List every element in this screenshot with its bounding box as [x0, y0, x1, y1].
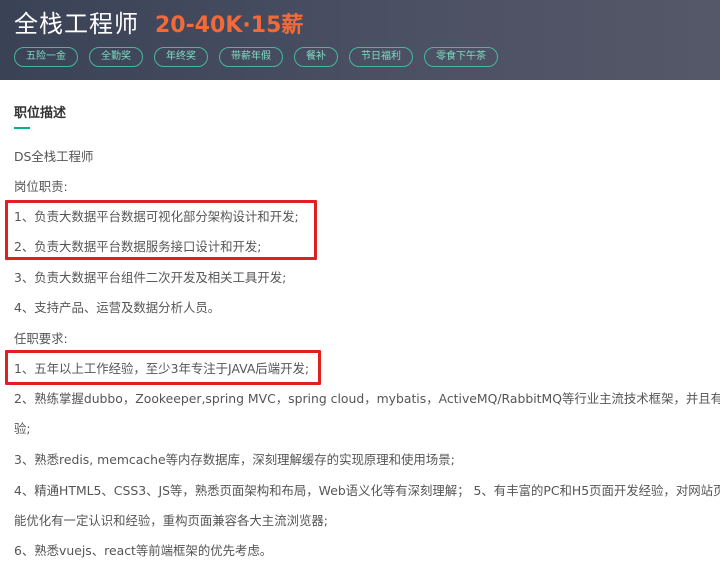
- benefit-tag: 全勤奖: [89, 47, 143, 67]
- description-line: 6、熟悉vuejs、react等前端框架的优先考虑。: [14, 543, 273, 558]
- description-line: 3、熟悉redis, memcache等内存数据库，深刻理解缓存的实现原理和使用…: [14, 452, 455, 467]
- title-row: 全栈工程师 20-40K·15薪: [14, 4, 303, 40]
- benefit-tag: 年终奖: [154, 47, 208, 67]
- description-line: 验;: [14, 421, 31, 436]
- description-line: 4、支持产品、运营及数据分析人员。: [14, 300, 221, 315]
- highlight-box-responsibilities: [5, 200, 317, 260]
- section-underline: [14, 127, 30, 129]
- description-line: DS全栈工程师: [14, 149, 94, 164]
- job-title: 全栈工程师: [14, 10, 139, 38]
- description-line: 4、精通HTML5、CSS3、JS等，熟悉页面架构和布局，Web语义化等有深刻理…: [14, 483, 720, 498]
- description-line: 岗位职责:: [14, 179, 68, 194]
- benefit-tag: 节日福利: [349, 47, 413, 67]
- benefit-tag: 零食下午茶: [424, 47, 498, 67]
- benefit-tag: 餐补: [294, 47, 338, 67]
- description-line: 任职要求:: [14, 331, 68, 346]
- salary: 20-40K·15薪: [155, 13, 304, 38]
- description-line: 能优化有一定认识和经验，重构页面兼容各大主流浏览器;: [14, 513, 328, 528]
- benefit-tags: 五险一金 全勤奖 年终奖 带薪年假 餐补 节日福利 零食下午茶: [14, 47, 509, 67]
- description-line: 3、负责大数据平台组件二次开发及相关工具开发;: [14, 270, 287, 285]
- benefit-tag: 带薪年假: [219, 47, 283, 67]
- highlight-box-requirements: [5, 350, 321, 385]
- job-header: 全栈工程师 20-40K·15薪 五险一金 全勤奖 年终奖 带薪年假 餐补 节日…: [0, 0, 720, 80]
- section-title: 职位描述: [14, 106, 67, 121]
- benefit-tag: 五险一金: [14, 47, 78, 67]
- description-line: 2、熟练掌握dubbo，Zookeeper,spring MVC，spring …: [14, 391, 720, 406]
